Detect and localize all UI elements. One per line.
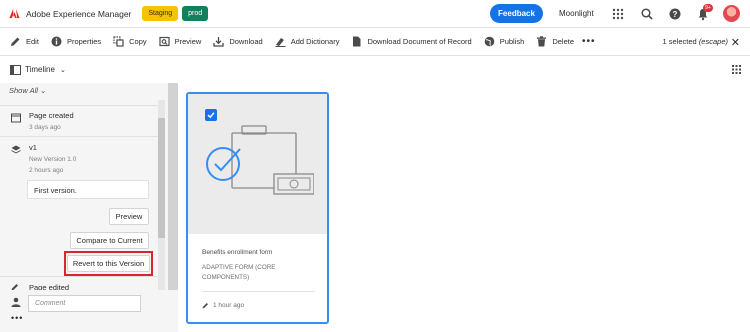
page-icon [11,113,21,123]
checkmark-icon [207,112,215,119]
layers-icon [11,145,21,154]
escape-hint: (escape) [698,37,728,46]
copy-icon [113,36,124,47]
card-title: Benefits enrollment form [202,249,273,256]
show-all-filter[interactable]: Show All ⌄ [9,86,46,95]
timeline-selector[interactable]: Timeline [25,65,55,74]
user-avatar[interactable] [723,5,740,22]
pencil-icon [11,37,20,46]
show-all-label: Show All [9,86,38,95]
download-label: Download [229,37,263,46]
version-time: 2 hours ago [29,167,64,174]
delete-button[interactable]: Delete [530,28,580,56]
card-modified: 1 hour ago [202,302,244,309]
person-icon [11,297,21,307]
version-label: New Version 1.0 [29,156,77,163]
prod-badge: prod [182,6,209,21]
edit-label: Edit [26,37,39,46]
version-comment: First version. [27,180,149,199]
comment-input[interactable]: Comment [28,295,141,312]
delete-label: Delete [552,37,574,46]
divider [0,136,165,137]
preview-icon [159,36,170,47]
card-type: ADAPTIVE FORM (CORE COMPONENTS) [202,264,276,281]
globe-icon [484,36,495,47]
pencil-icon [202,303,208,309]
add-dictionary-label: Add Dictionary [290,37,340,46]
properties-label: Properties [66,37,102,46]
card-time-label: 1 hour ago [213,302,245,309]
edit-button[interactable]: Edit [0,28,45,56]
more-actions-icon[interactable]: ••• [582,36,596,47]
add-dictionary-button[interactable]: Add Dictionary [269,28,346,56]
divider [0,276,165,277]
notification-count-badge: 9+ [703,4,713,12]
preview-version-button[interactable]: Preview [109,208,149,225]
chevron-down-icon[interactable]: ⌄ [60,66,66,74]
selection-status: 1 selected (escape) [663,37,728,46]
divider [0,105,165,106]
view-grid-icon[interactable] [732,65,741,74]
adobe-logo-icon[interactable] [9,8,20,19]
user-name[interactable]: Moonlight [559,9,594,18]
properties-button[interactable]: Properties [45,28,107,56]
download-button[interactable]: Download [207,28,268,56]
search-icon[interactable] [640,7,654,21]
version-title[interactable]: v1 [29,143,37,152]
copy-label: Copy [129,37,147,46]
rail-scrollbar-thumb[interactable] [158,118,165,238]
staging-badge: Staging [142,6,179,21]
preview-button[interactable]: Preview [153,28,208,56]
download-record-label: Download Document of Record [367,37,472,46]
svg-text:?: ? [673,10,678,19]
publish-label: Publish [499,37,525,46]
close-selection-icon[interactable]: ✕ [731,36,740,49]
rail-toggle-icon[interactable] [10,64,21,75]
compare-to-current-button[interactable]: Compare to Current [70,232,149,249]
card-thumbnail [188,94,327,234]
document-icon [353,36,361,47]
apps-grid-icon[interactable] [611,7,625,21]
timeline-toolbar: Timeline ⌄ [0,56,750,83]
dictionary-icon [275,38,286,47]
selected-count: 1 selected [662,37,697,46]
form-illustration-icon [206,125,314,195]
card-select-checkbox[interactable] [205,109,217,121]
more-options-icon[interactable]: ••• [11,313,23,323]
download-record-button[interactable]: Download Document of Record [345,28,477,56]
asset-card[interactable]: Benefits enrollment form ADAPTIVE FORM (… [186,92,329,324]
entry-time: 3 days ago [29,124,61,131]
action-bar: Edit Properties Copy Preview Download Ad… [0,28,750,56]
divider [202,291,315,292]
highlight-box [64,251,153,276]
download-icon [213,37,224,47]
info-icon [51,36,62,47]
app-title[interactable]: Adobe Experience Manager [26,9,131,19]
feedback-button[interactable]: Feedback [490,4,543,23]
preview-label: Preview [174,37,202,46]
top-header: Adobe Experience Manager Staging prod [0,0,750,28]
trash-icon [537,36,547,47]
entry-title[interactable]: Page created [29,111,74,120]
copy-button[interactable]: Copy [107,28,153,56]
publish-button[interactable]: Publish [478,28,531,56]
help-icon[interactable]: ? [668,7,682,21]
